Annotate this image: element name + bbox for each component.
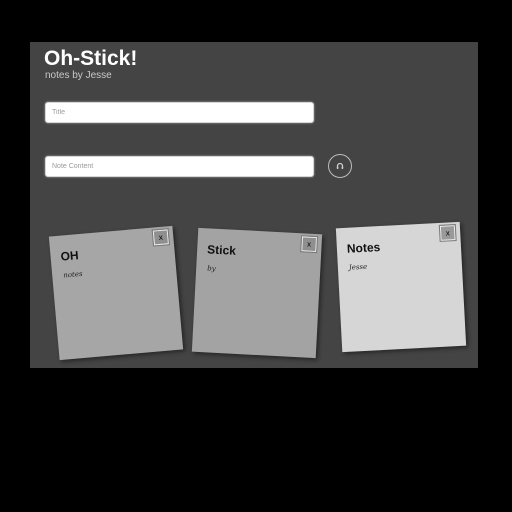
add-note-icon bbox=[336, 162, 344, 169]
note-content-input[interactable] bbox=[45, 156, 314, 177]
note-body: notes bbox=[62, 269, 83, 280]
note-close-button[interactable]: x bbox=[300, 235, 319, 254]
note-close-button[interactable]: x bbox=[438, 224, 457, 242]
app-subtitle: notes by Jesse bbox=[45, 70, 112, 81]
note-body: Jesse bbox=[348, 262, 368, 272]
sticky-note[interactable]: Notes Jesse x bbox=[335, 221, 467, 353]
note-title: Notes bbox=[346, 240, 381, 256]
note-title: OH bbox=[60, 248, 80, 264]
note-close-button[interactable]: x bbox=[151, 228, 171, 247]
app-panel: Oh-Stick! notes by Jesse OH notes x Stic… bbox=[30, 42, 478, 368]
app-title: Oh-Stick! bbox=[44, 47, 138, 70]
note-body: by bbox=[207, 264, 216, 273]
note-title-input[interactable] bbox=[45, 102, 314, 123]
add-note-button[interactable] bbox=[328, 154, 352, 178]
note-title: Stick bbox=[206, 242, 237, 258]
sticky-note[interactable]: Stick by x bbox=[191, 227, 323, 359]
sticky-note[interactable]: OH notes x bbox=[48, 225, 184, 361]
